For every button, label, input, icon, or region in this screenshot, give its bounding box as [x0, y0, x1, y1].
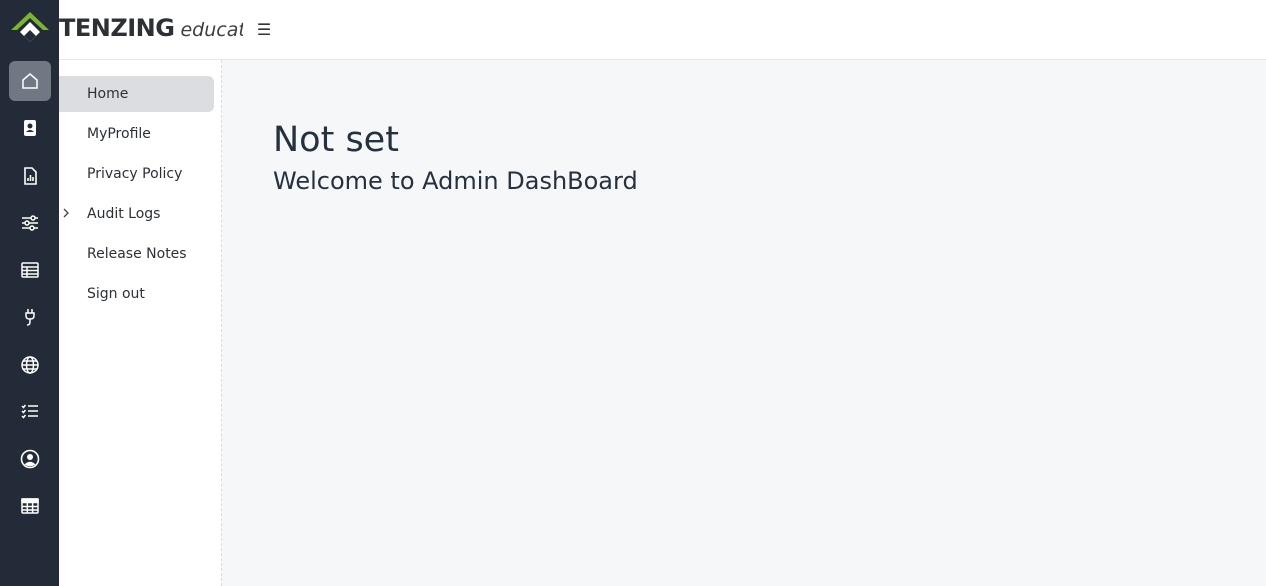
table-grid-icon: [21, 498, 39, 514]
main-content: Not set Welcome to Admin DashBoard: [222, 60, 1266, 586]
globe-icon: [21, 356, 39, 374]
rail-plugin-button[interactable]: [9, 297, 51, 337]
user-circle-icon: [20, 449, 40, 469]
rail-profile-button[interactable]: [9, 108, 51, 148]
rail-home-button[interactable]: [9, 61, 51, 101]
sidebar-item-audit-logs[interactable]: Audit Logs: [59, 196, 214, 232]
sidebar-item-label: Audit Logs: [87, 206, 161, 222]
rail-table-button[interactable]: [9, 486, 51, 526]
plug-icon: [25, 309, 35, 326]
menu-toggle-button[interactable]: ☰: [243, 0, 285, 59]
page-title: Not set: [273, 120, 399, 160]
brand-name: TENZING: [59, 14, 175, 42]
rail-user-button[interactable]: [9, 439, 51, 479]
sidebar-item-privacy-policy[interactable]: Privacy Policy: [59, 156, 214, 192]
rail-globe-button[interactable]: [9, 345, 51, 385]
tenzing-logo-icon: [11, 12, 49, 42]
rail-report-button[interactable]: [9, 156, 51, 196]
rail-sheet-button[interactable]: [9, 250, 51, 290]
icon-rail: [0, 0, 59, 586]
home-icon: [22, 73, 38, 89]
checklist-icon: [21, 404, 38, 419]
sidebar-item-home[interactable]: Home: [59, 76, 214, 112]
page-subtitle: Welcome to Admin DashBoard: [273, 167, 638, 195]
sidebar-item-sign-out[interactable]: Sign out: [59, 276, 214, 312]
sidebar-item-label: Release Notes: [87, 246, 187, 262]
chevron-right-icon: [63, 208, 69, 218]
sliders-icon: [22, 215, 38, 231]
sidebar-item-release-notes[interactable]: Release Notes: [59, 236, 214, 272]
rail-settings-button[interactable]: [9, 203, 51, 243]
spreadsheet-icon: [21, 262, 39, 278]
report-file-icon: [24, 167, 37, 185]
sidebar-item-label: Home: [87, 86, 129, 102]
sidebar-menu: Home MyProfile Privacy Policy Audit Logs…: [59, 60, 222, 586]
top-header: TENZING education ☰: [59, 0, 1266, 60]
hamburger-icon: ☰: [256, 20, 272, 39]
rail-tasks-button[interactable]: [9, 391, 51, 431]
id-badge-icon: [24, 120, 36, 136]
sidebar-item-label: MyProfile: [87, 126, 151, 142]
sidebar-item-label: Privacy Policy: [87, 166, 183, 182]
sidebar-item-label: Sign out: [87, 286, 145, 302]
sidebar-item-myprofile[interactable]: MyProfile: [59, 116, 214, 152]
